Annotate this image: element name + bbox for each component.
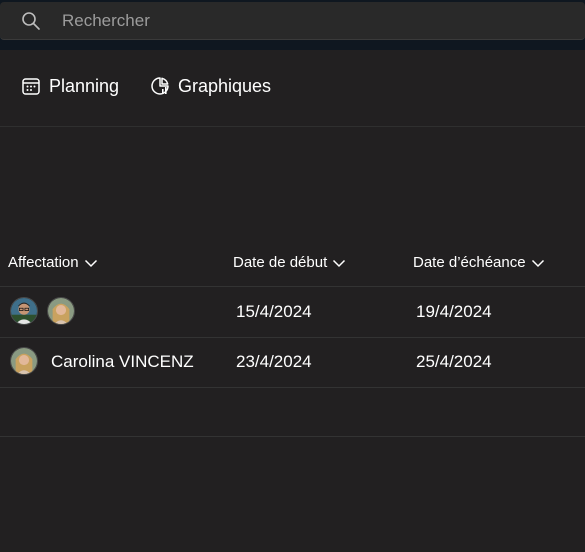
table-row[interactable]: 15/4/2024 19/4/2024: [0, 287, 585, 338]
avatar[interactable]: [10, 347, 38, 375]
search-icon: [22, 12, 40, 30]
search-bar[interactable]: [0, 2, 585, 40]
table-row[interactable]: Carolina VINCENZO 23/4/2024 25/4/2024: [0, 337, 585, 388]
due-date-cell: 19/4/2024: [416, 302, 492, 321]
chevron-down-icon: [333, 259, 346, 267]
table-header: Affectation Date de début Date d’échéanc…: [0, 240, 585, 287]
chevron-down-icon: [531, 259, 544, 267]
search-input[interactable]: [62, 2, 562, 40]
tab-graphiques-label: Graphiques: [178, 75, 272, 96]
pie-chart-icon: [151, 77, 169, 95]
avatar[interactable]: [47, 297, 75, 325]
calendar-icon: [22, 78, 40, 95]
column-header-label: Date d’échéance: [413, 254, 526, 271]
divider: [0, 436, 585, 437]
column-header-start-date[interactable]: Date de début: [233, 254, 346, 271]
start-date-cell: 15/4/2024: [236, 302, 312, 321]
due-date-cell: 25/4/2024: [416, 352, 492, 371]
avatar-man-glasses-image: [11, 298, 37, 324]
tab-planning[interactable]: Planning: [21, 74, 119, 98]
assignee-name: Carolina VINCENZO: [51, 352, 194, 371]
column-header-label: Date de début: [233, 254, 328, 271]
avatar-woman-blonde-image: [11, 348, 37, 374]
avatar-woman-blonde-image: [48, 298, 74, 324]
column-header-due-date[interactable]: Date d’échéance: [413, 254, 545, 271]
column-header-assignment[interactable]: Affectation: [8, 254, 98, 271]
start-date-cell: 23/4/2024: [236, 352, 312, 371]
avatar[interactable]: [10, 297, 38, 325]
tab-graphiques[interactable]: Graphiques: [150, 74, 271, 98]
column-header-label: Affectation: [8, 254, 79, 271]
view-tabs: Planning Graphiques: [0, 50, 585, 127]
tab-planning-label: Planning: [49, 75, 120, 96]
chevron-down-icon: [84, 259, 97, 267]
